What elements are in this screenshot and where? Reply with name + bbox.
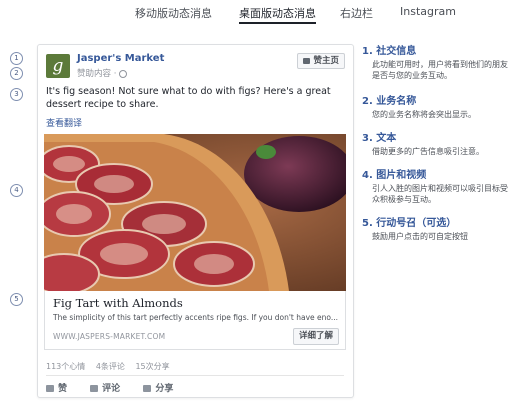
legend-title: 3. 文本	[362, 133, 397, 144]
ad-image[interactable]	[44, 134, 346, 291]
sponsored-label: 赞助内容 ·	[77, 67, 128, 79]
globe-icon	[119, 69, 128, 78]
legend-title: 1. 社交信息	[362, 46, 417, 57]
tab-desktop-feed[interactable]: 桌面版动态消息	[239, 5, 316, 24]
callout-marker-3: 3	[10, 88, 23, 101]
tab-instagram[interactable]: Instagram	[400, 5, 456, 18]
legend-item-media: 4. 图片和视频 引人入胜的图片和视频可以吸引目标受众积极参与互动。	[362, 166, 512, 205]
comment-action-button[interactable]: 评论	[90, 381, 120, 394]
legend-item-text: 3. 文本 借助更多的广告信息吸引注意。	[362, 129, 512, 157]
divider	[46, 375, 344, 376]
tab-right-column[interactable]: 右边栏	[340, 5, 373, 21]
format-tabs: 移动版动态消息 桌面版动态消息 右边栏 Instagram	[0, 0, 519, 26]
thumbs-up-icon	[303, 57, 311, 64]
page-logo[interactable]: g	[46, 54, 70, 78]
share-icon	[143, 385, 152, 392]
legend-item-cta: 5. 行动号召（可选） 鼓励用户点击的可自定按钮	[362, 214, 512, 242]
callout-marker-5: 5	[10, 293, 23, 306]
engagement-stats: 113个心情 4条评论 15次分享	[46, 361, 178, 372]
post-actions: 赞 评论 分享	[46, 381, 193, 394]
comments-count[interactable]: 4条评论	[96, 362, 125, 371]
shares-count[interactable]: 15次分享	[135, 362, 169, 371]
legend-desc: 鼓励用户点击的可自定按钮	[372, 232, 468, 241]
legend-desc: 您的业务名称将会突出显示。	[372, 110, 476, 119]
legend-item-social: 1. 社交信息 此功能可用时，用户将看到他们的朋友是否与您的业务互动。	[362, 42, 512, 81]
like-action-label: 赞	[58, 384, 68, 394]
callout-marker-2: 2	[10, 67, 23, 80]
legend-item-business-name: 2. 业务名称 您的业务名称将会突出显示。	[362, 92, 512, 120]
like-action-button[interactable]: 赞	[46, 381, 67, 394]
link-url: WWW.JASPERS-MARKET.COM	[53, 332, 166, 341]
like-icon	[46, 385, 54, 392]
link-preview[interactable]: Fig Tart with Almonds The simplicity of …	[44, 291, 346, 350]
tab-mobile-feed[interactable]: 移动版动态消息	[135, 5, 212, 21]
link-title[interactable]: Fig Tart with Almonds	[53, 296, 183, 310]
post-text: It's fig season! Not sure what to do wit…	[46, 86, 331, 110]
callout-marker-4: 4	[10, 184, 23, 197]
legend-title: 2. 业务名称	[362, 96, 417, 107]
reactions-count[interactable]: 113个心情	[46, 362, 85, 371]
legend-title: 5. 行动号召（可选）	[362, 218, 457, 229]
link-description: The simplicity of this tart perfectly ac…	[53, 313, 339, 322]
ad-preview-card: g Jasper's Market 赞助内容 · 赞主页 It's fig se…	[37, 44, 354, 398]
legend-desc: 借助更多的广告信息吸引注意。	[372, 147, 484, 156]
legend-title: 4. 图片和视频	[362, 170, 427, 181]
like-page-button[interactable]: 赞主页	[297, 53, 345, 69]
share-action-button[interactable]: 分享	[143, 381, 173, 394]
legend-desc: 引人入胜的图片和视频可以吸引目标受众积极参与互动。	[372, 184, 508, 204]
learn-more-button[interactable]: 详细了解	[292, 328, 339, 345]
comment-icon	[90, 385, 99, 392]
page-name[interactable]: Jasper's Market	[77, 53, 164, 64]
fig-tart-photo	[44, 134, 346, 291]
share-action-label: 分享	[155, 384, 174, 394]
like-page-label: 赞主页	[313, 56, 339, 66]
callout-marker-1: 1	[10, 52, 23, 65]
sponsored-text: 赞助内容 ·	[77, 69, 117, 79]
see-translation-link[interactable]: 查看翻译	[46, 116, 82, 129]
legend-desc: 此功能可用时，用户将看到他们的朋友是否与您的业务互动。	[372, 60, 508, 80]
comment-action-label: 评论	[102, 384, 121, 394]
